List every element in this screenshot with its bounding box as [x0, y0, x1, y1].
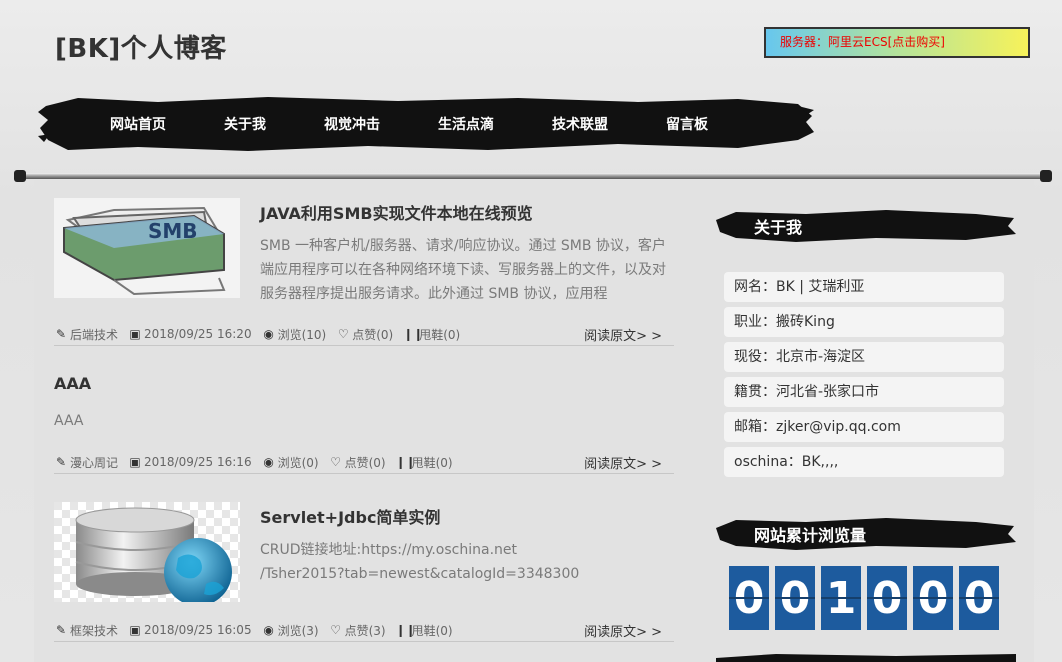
article-item: Servlet+Jdbc简单实例 CRUD链接地址:https://my.osc… — [54, 502, 676, 648]
counter-digit: 0 — [959, 566, 999, 630]
post-date: 2018/09/25 16:20 — [144, 327, 252, 341]
visit-counter: 0 0 1 0 0 0 — [729, 566, 1005, 630]
like-count[interactable]: 点赞(3) — [345, 622, 386, 639]
summary-line: 服务器程序提出服务请求。此外通过 SMB 协议，应用程 — [260, 286, 608, 302]
about-row-oschina: oschina：BK,,,, — [724, 447, 1004, 477]
about-title: 关于我 — [754, 218, 803, 237]
read-more-link[interactable]: 阅读原文> > — [584, 453, 662, 472]
site-title[interactable]: [BK]个人博客 — [55, 28, 227, 65]
counter-digit: 0 — [867, 566, 907, 630]
article-thumbnail[interactable] — [54, 502, 240, 602]
pencil-icon: ✎ — [55, 623, 67, 637]
counter-digit: 0 — [775, 566, 815, 630]
shoe-icon[interactable]: ❙❙ — [403, 327, 423, 341]
article-meta: ✎ 后端技术 ▣ 2018/09/25 16:20 ◉ 浏览(10) ♡ 点赞(0) ❙… — [54, 323, 674, 346]
counter-digit: 1 — [821, 566, 861, 630]
eye-icon: ◉ — [263, 623, 274, 637]
article-item: SMB JAVA利用SMB实现文件本地在线预览 SMB 一种客户机/服务器、请求… — [54, 198, 676, 350]
server-label: 服务器： — [780, 35, 829, 49]
article-item: AAA AAA ✎ 漫心周记 ▣ 2018/09/25 16:16 ◉ 浏览(0) ♡… — [54, 372, 676, 478]
calendar-icon: ▣ — [129, 327, 141, 341]
dislike-count[interactable]: 甩鞋(0) — [412, 454, 453, 471]
post-date: 2018/09/25 16:16 — [144, 455, 252, 469]
about-row-hometown: 籍贯：河北省-张家口市 — [724, 377, 1004, 407]
about-row-location: 现役：北京市-海淀区 — [724, 342, 1004, 372]
view-count: 浏览(3) — [277, 623, 319, 638]
nav-item-home[interactable]: 网站首页 — [110, 114, 166, 134]
about-row-nickname: 网名：BK | 艾瑞利亚 — [724, 272, 1004, 302]
article-summary: CRUD链接地址:https://my.oschina.net /Tsher20… — [260, 538, 579, 586]
shoe-icon[interactable]: ❙❙ — [396, 623, 416, 637]
summary-line: 端应用程序可以在各种网络环境下读、写服务器上的文件，以及对 — [260, 262, 666, 278]
read-more-link[interactable]: 阅读原文> > — [584, 325, 662, 344]
view-count: 浏览(0) — [277, 455, 319, 470]
about-section-header: 关于我 — [716, 208, 1016, 244]
about-row-email: 邮箱：zjker@vip.qq.com — [724, 412, 1004, 442]
heart-icon[interactable]: ♡ — [329, 623, 343, 637]
counter-digit: 0 — [729, 566, 769, 630]
calendar-icon: ▣ — [129, 623, 141, 637]
article-summary: SMB 一种客户机/服务器、请求/响应协议。通过 SMB 协议，客户 端应用程序… — [260, 234, 666, 306]
heart-icon[interactable]: ♡ — [336, 327, 350, 341]
article-title[interactable]: Servlet+Jdbc简单实例 — [260, 504, 440, 528]
counter-digit: 0 — [913, 566, 953, 630]
article-summary: AAA — [54, 409, 84, 433]
article-title[interactable]: AAA — [54, 374, 91, 393]
nav-item-visual[interactable]: 视觉冲击 — [324, 114, 380, 134]
category-link[interactable]: 后端技术 — [70, 326, 118, 343]
view-count: 浏览(10) — [277, 327, 327, 342]
eye-icon: ◉ — [263, 455, 274, 469]
eye-icon: ◉ — [263, 327, 274, 341]
summary-line: /Tsher2015?tab=newest&catalogId=3348300 — [260, 566, 580, 582]
smb-folder-image: SMB — [54, 198, 240, 298]
dislike-count[interactable]: 甩鞋(0) — [419, 326, 460, 343]
calendar-icon: ▣ — [129, 455, 141, 469]
next-section-brush — [716, 654, 1016, 662]
summary-line: CRUD链接地址:https://my.oschina.net — [260, 542, 518, 558]
summary-line: SMB 一种客户机/服务器、请求/响应协议。通过 SMB 协议，客户 — [260, 238, 666, 254]
shoe-icon[interactable]: ❙❙ — [396, 455, 416, 469]
post-date: 2018/09/25 16:05 — [144, 623, 252, 637]
database-globe-image — [54, 502, 240, 602]
heart-icon[interactable]: ♡ — [329, 455, 343, 469]
article-thumbnail[interactable]: SMB — [54, 198, 240, 298]
about-row-job: 职业：搬砖King — [724, 307, 1004, 337]
article-meta: ✎ 框架技术 ▣ 2018/09/25 16:05 ◉ 浏览(3) ♡ 点赞(3) ❙❙… — [54, 619, 674, 642]
counter-section-header: 网站累计浏览量 — [716, 516, 1016, 552]
thumb-label: SMB — [148, 219, 198, 243]
nav-item-guestbook[interactable]: 留言板 — [666, 114, 708, 134]
summary-line: AAA — [54, 413, 84, 429]
pencil-icon: ✎ — [55, 455, 67, 469]
pencil-icon: ✎ — [55, 327, 67, 341]
article-title[interactable]: JAVA利用SMB实现文件本地在线预览 — [260, 200, 533, 224]
read-more-link[interactable]: 阅读原文> > — [584, 621, 662, 640]
server-buy-link[interactable]: 阿里云ECS[点击购买] — [828, 35, 945, 49]
nav-item-about[interactable]: 关于我 — [224, 114, 266, 134]
article-meta: ✎ 漫心周记 ▣ 2018/09/25 16:16 ◉ 浏览(0) ♡ 点赞(0) ❙❙… — [54, 451, 674, 474]
nav-item-life[interactable]: 生活点滴 — [438, 114, 494, 134]
like-count[interactable]: 点赞(0) — [345, 454, 386, 471]
nav-item-tech[interactable]: 技术联盟 — [552, 114, 608, 134]
category-link[interactable]: 漫心周记 — [70, 454, 118, 471]
dislike-count[interactable]: 甩鞋(0) — [412, 622, 453, 639]
main-nav: 网站首页 关于我 视觉冲击 生活点滴 技术联盟 留言板 — [38, 96, 814, 152]
server-ad-box[interactable]: 服务器：阿里云ECS[点击购买] — [764, 27, 1030, 58]
like-count[interactable]: 点赞(0) — [352, 326, 393, 343]
counter-title: 网站累计浏览量 — [754, 526, 867, 545]
category-link[interactable]: 框架技术 — [70, 622, 118, 639]
